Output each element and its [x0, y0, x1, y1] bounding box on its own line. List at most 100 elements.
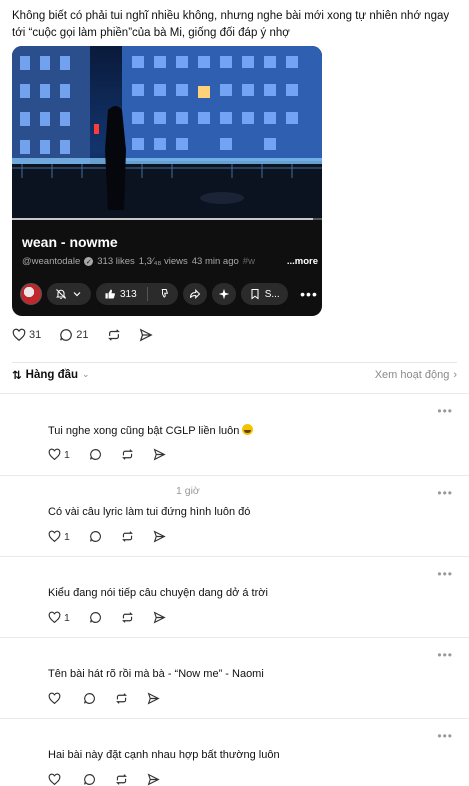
chevron-right-icon: › — [453, 368, 457, 381]
chevron-down-icon — [73, 292, 81, 297]
comment-like-button[interactable]: 1 — [48, 611, 70, 624]
post-like-button[interactable]: 31 — [12, 328, 41, 342]
comment-reply-button[interactable] — [89, 530, 102, 543]
comment-body: Kiểu đang nói tiếp câu chuyện dang dở á … — [48, 587, 268, 599]
thumbs-up-icon[interactable] — [104, 288, 116, 300]
comment-more-button[interactable]: ••• — [437, 404, 453, 418]
video-time: 43 min ago — [191, 256, 239, 267]
save-button[interactable]: S... — [240, 283, 288, 305]
video-views: 1,3⁄₄₈ views — [138, 256, 188, 267]
repost-icon — [116, 774, 127, 785]
send-icon — [147, 773, 160, 786]
view-activity-label: Xem hoạt động — [374, 368, 450, 381]
sort-dropdown[interactable]: ⇅ Hàng đầu ⌄ — [12, 368, 90, 382]
more-link[interactable]: ...more — [287, 256, 318, 267]
comment-sort-bar: ⇅ Hàng đầu ⌄ Xem hoạt động › — [12, 362, 457, 384]
view-activity-link[interactable]: Xem hoạt động › — [375, 369, 457, 381]
comment-repost-button[interactable] — [121, 448, 134, 461]
comment-reply-button[interactable] — [83, 773, 96, 786]
comment-icon — [60, 329, 73, 341]
like-dislike-group: 313 — [96, 283, 178, 305]
comment-body: Có vài câu lyric làm tui đứng hình luôn … — [48, 506, 251, 518]
comment-repost-button[interactable] — [121, 611, 134, 624]
comment-action-bar — [48, 692, 160, 705]
comment-icon — [84, 693, 95, 704]
comment-like-button[interactable] — [48, 773, 64, 786]
comment-share-button[interactable] — [153, 611, 166, 624]
heart-icon — [48, 448, 61, 461]
post-comment-button[interactable]: 21 — [59, 328, 89, 342]
comment-more-button[interactable]: ••• — [437, 648, 453, 662]
post-text: Không biết có phải tui nghĩ nhiều không,… — [12, 10, 450, 39]
comment-more-button[interactable]: ••• — [437, 567, 453, 581]
comment-body: Hai bài này đặt cạnh nhau hợp bất thường… — [48, 749, 280, 761]
send-icon — [139, 328, 153, 342]
comment-repost-button[interactable] — [115, 773, 128, 786]
comment-reply-button[interactable] — [89, 448, 102, 461]
comment-more-button[interactable]: ••• — [437, 486, 453, 500]
comment-repost-button[interactable] — [115, 692, 128, 705]
comment-like-count: 1 — [64, 448, 70, 461]
post-share-button[interactable] — [139, 328, 153, 342]
comment-icon — [84, 774, 95, 785]
post-like-count: 31 — [29, 329, 42, 341]
video-progress-bar[interactable] — [12, 218, 322, 220]
comment-share-button[interactable] — [147, 692, 160, 705]
comment-like-button[interactable]: 1 — [48, 448, 70, 461]
channel-handle[interactable]: @weantodale — [22, 256, 80, 267]
comment-item: ••• Hai bài này đặt cạnh nhau hợp bất th… — [0, 718, 469, 786]
video-hashtag[interactable]: #w — [243, 256, 255, 267]
remix-button[interactable] — [211, 283, 236, 305]
comment-item: ••• Tên bài hát rõ rồi mà bà - “Now me” … — [0, 637, 469, 718]
pill-divider — [146, 287, 148, 301]
heart-icon — [48, 530, 61, 543]
post-action-bar: 31 21 — [12, 326, 153, 344]
sparkle-icon — [218, 288, 229, 300]
video-thumbnail[interactable] — [12, 46, 322, 220]
video-more-options-button[interactable]: ••• — [298, 286, 320, 302]
comment-like-button[interactable] — [48, 692, 64, 705]
video-likes: 313 likes — [97, 256, 135, 267]
heart-icon — [48, 773, 61, 786]
share-button[interactable] — [182, 283, 207, 305]
comment-action-bar: 1 — [48, 448, 166, 461]
comment-more-button[interactable]: ••• — [437, 729, 453, 743]
repost-icon — [121, 531, 133, 542]
thumbs-down-icon[interactable] — [158, 288, 170, 300]
comment-time: 1 giờ — [176, 485, 200, 497]
comment-action-bar — [48, 773, 160, 786]
bell-off-icon — [55, 289, 67, 300]
notification-button[interactable] — [47, 283, 91, 305]
comment-action-bar: 1 — [48, 611, 166, 624]
send-icon — [153, 530, 166, 543]
comment-text: Tên bài hát rõ rồi mà bà - “Now me” - Na… — [48, 668, 264, 680]
video-progress-fill — [12, 218, 313, 220]
comment-like-button[interactable]: 1 — [48, 530, 70, 543]
post-repost-button[interactable] — [107, 328, 121, 342]
comment-action-bar: 1 — [48, 530, 166, 543]
comment-share-button[interactable] — [153, 530, 166, 543]
comment-like-count: 1 — [64, 530, 70, 543]
video-meta: @weantodale ✓ 313 likes 1,3⁄₄₈ views 43 … — [22, 256, 318, 267]
video-title[interactable]: wean - nowme — [22, 234, 118, 250]
comment-share-button[interactable] — [153, 448, 166, 461]
comment-icon — [89, 449, 101, 460]
comment-icon — [89, 612, 101, 623]
comment-text: Hai bài này đặt cạnh nhau hợp bất thường… — [48, 749, 280, 761]
heart-icon — [12, 328, 26, 342]
comment-reply-button[interactable] — [89, 611, 102, 624]
comment-text: Kiểu đang nói tiếp câu chuyện dang dở á … — [48, 587, 268, 599]
sort-icon: ⇅ — [12, 369, 22, 382]
comment-reply-button[interactable] — [83, 692, 96, 705]
comment-repost-button[interactable] — [121, 530, 134, 543]
heart-icon — [48, 692, 61, 705]
heart-icon — [48, 611, 61, 624]
repost-icon — [121, 449, 133, 460]
comment-share-button[interactable] — [147, 773, 160, 786]
post-comment-count: 21 — [76, 329, 89, 341]
send-icon — [147, 692, 160, 705]
sort-label: Hàng đầu — [25, 368, 79, 381]
save-label: S... — [264, 288, 280, 300]
youtube-embed-card[interactable]: wean - nowme @weantodale ✓ 313 likes 1,3… — [12, 46, 322, 316]
channel-avatar-icon[interactable] — [20, 283, 42, 305]
